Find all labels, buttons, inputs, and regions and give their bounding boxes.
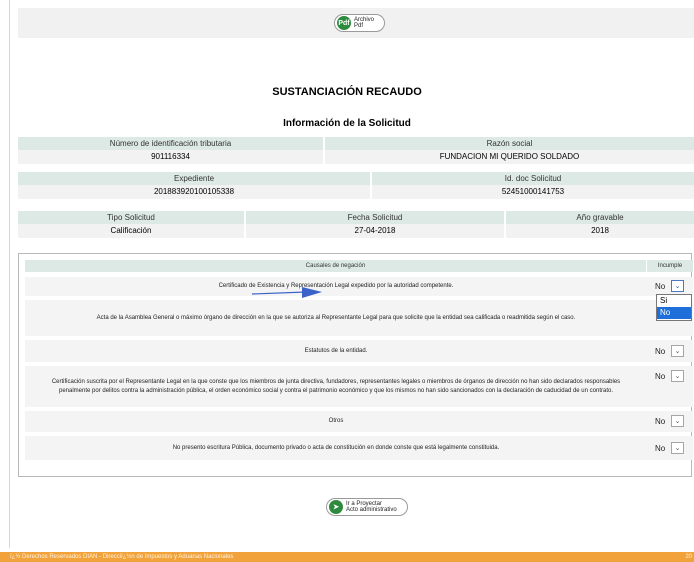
- causal-text: Certificado de Existencia y Representaci…: [218, 283, 454, 290]
- incumple-dropdown-list[interactable]: Si No: [656, 294, 692, 321]
- nit-label: Número de identificación tributaria: [18, 137, 325, 150]
- dropdown-option-si[interactable]: Si: [657, 295, 691, 307]
- causal-row: Acta de la Asamblea General o máximo órg…: [25, 300, 693, 336]
- select-value: No: [655, 416, 666, 426]
- annotation-arrow-icon: [252, 287, 322, 298]
- causal-text: Estatutos de la entidad.: [304, 347, 368, 354]
- causal-row: No presento escritura Pública, documento…: [25, 436, 693, 460]
- chevron-down-icon[interactable]: ⌄: [671, 370, 684, 382]
- causal-row: Otros No ⌄: [25, 411, 693, 432]
- causales-header-label: Causales de negación: [25, 260, 647, 272]
- anio-value: 2018: [506, 224, 694, 238]
- doc-value: 52451000141753: [372, 185, 694, 199]
- incumple-select[interactable]: No ⌄: [655, 370, 687, 382]
- arrow-icon: ➤: [329, 500, 343, 514]
- footer-text: ï¿½ Derechos Reservados DIAN - Direcciï¿…: [10, 554, 234, 560]
- section-title: Información de la Solicitud: [283, 118, 411, 129]
- chevron-down-icon[interactable]: ⌄: [671, 280, 684, 292]
- causales-table: Causales de negación Incumple Certificad…: [18, 253, 693, 477]
- causal-text: Otros: [328, 418, 344, 425]
- expediente-label: Expediente: [18, 172, 372, 185]
- dropdown-option-no[interactable]: No: [657, 307, 691, 319]
- chevron-down-icon[interactable]: ⌄: [671, 442, 684, 454]
- razon-label: Razón social: [325, 137, 694, 150]
- anio-label: Año gravable: [506, 211, 694, 224]
- causal-row: Estatutos de la entidad. No ⌄: [25, 340, 693, 362]
- tipo-label: Tipo Solicitud: [18, 211, 246, 224]
- tipo-value: Calificación: [18, 224, 246, 238]
- incumple-select[interactable]: No ⌄: [655, 345, 687, 357]
- page-title: SUSTANCIACIÓN RECAUDO: [272, 86, 422, 98]
- incumple-select[interactable]: No ⌄: [655, 442, 687, 454]
- chevron-down-icon[interactable]: ⌄: [671, 415, 684, 427]
- top-toolbar: Pdf Archivo Pdf: [18, 8, 694, 38]
- footer-year: 20: [685, 554, 692, 560]
- pdf-button-label: Archivo Pdf: [354, 17, 375, 29]
- incumple-select[interactable]: No ⌄: [655, 415, 687, 427]
- select-value: No: [655, 443, 666, 453]
- proyectar-acto-button[interactable]: ➤ Ir a Proyectar Acto administrativo: [326, 498, 408, 516]
- causales-header: Causales de negación Incumple: [25, 260, 693, 272]
- proyectar-button-label: Ir a Proyectar Acto administrativo: [346, 501, 397, 513]
- causal-text: Certificación suscrita por el Representa…: [51, 379, 621, 394]
- causal-text: No presento escritura Pública, documento…: [172, 444, 500, 451]
- nit-value: 901116334: [18, 150, 325, 164]
- causal-text: Acta de la Asamblea General o máximo órg…: [96, 314, 576, 321]
- left-border: [9, 0, 10, 548]
- pdf-file-button[interactable]: Pdf Archivo Pdf: [334, 14, 386, 32]
- pdf-icon: Pdf: [337, 16, 351, 30]
- info-row-3: Tipo Solicitud Fecha Solicitud Año grava…: [18, 211, 694, 238]
- fecha-value: 27-04-2018: [246, 224, 506, 238]
- expediente-value: 201883920100105338: [18, 185, 372, 199]
- info-row-1: Número de identificación tributaria Razó…: [18, 137, 694, 164]
- info-row-2: Expediente Id. doc Solicitud 20188392010…: [18, 172, 694, 199]
- incumple-header-label: Incumple: [657, 263, 683, 269]
- causal-row: Certificado de Existencia y Representaci…: [25, 277, 693, 296]
- doc-label: Id. doc Solicitud: [372, 172, 694, 185]
- footer: ï¿½ Derechos Reservados DIAN - Direcciï¿…: [0, 552, 694, 562]
- incumple-select[interactable]: No ⌄: [655, 280, 687, 292]
- fecha-label: Fecha Solicitud: [246, 211, 506, 224]
- causal-row: Certificación suscrita por el Representa…: [25, 366, 693, 407]
- select-value: No: [655, 281, 666, 291]
- razon-value: FUNDACION MI QUERIDO SOLDADO: [325, 150, 694, 164]
- select-value: No: [655, 346, 666, 356]
- select-value: No: [655, 371, 666, 381]
- chevron-down-icon[interactable]: ⌄: [671, 345, 684, 357]
